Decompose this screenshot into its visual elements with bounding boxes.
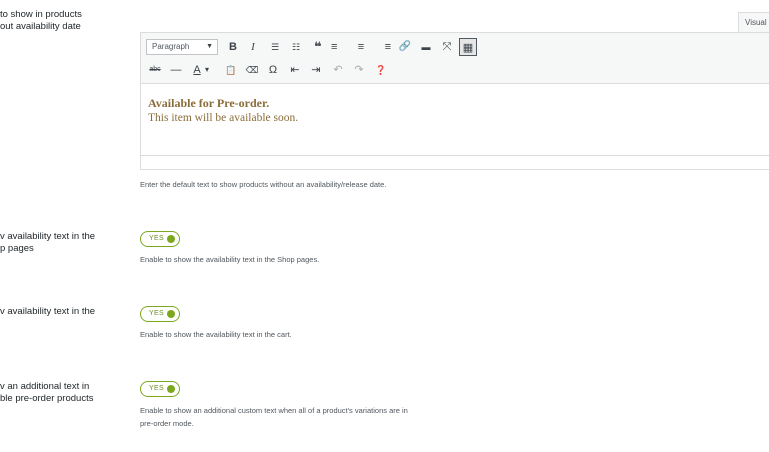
strikethrough-icon[interactable]: abc [146, 61, 164, 79]
bold-icon[interactable]: B [224, 38, 242, 56]
toggle-knob [167, 310, 175, 318]
blockquote-icon[interactable]: ❝ [309, 38, 327, 56]
bulleted-list-icon[interactable]: ☰ [266, 38, 284, 56]
cart-toggle-value: YES [149, 310, 164, 317]
shop-pages-toggle[interactable]: YES [140, 231, 180, 247]
toolbar-toggle-icon[interactable]: ▦ [459, 38, 477, 56]
editor-content-area[interactable]: Available for Pre-order. This item will … [141, 84, 769, 156]
editor-status-bar [141, 155, 769, 169]
tab-visual[interactable]: Visual [738, 12, 769, 32]
chevron-down-icon: ▼ [206, 43, 213, 50]
cart-description: Enable to show the availability text in … [140, 330, 292, 339]
rich-text-editor: Paragraph ▼ B I ☰ ☷ ❝ ≡ ≡ ≡ 🔗 ▬ ⤧ ▦ abc … [140, 32, 769, 170]
format-select[interactable]: Paragraph ▼ [146, 39, 218, 55]
redo-icon[interactable]: ↷ [350, 61, 368, 79]
align-left-icon[interactable]: ≡ [331, 38, 349, 56]
undo-icon[interactable]: ↶ [329, 61, 347, 79]
paste-as-text-icon[interactable]: 📋 [222, 61, 240, 79]
indent-icon[interactable]: ⇥ [307, 61, 325, 79]
horizontal-line-icon[interactable]: — [167, 61, 185, 79]
numbered-list-icon[interactable]: ☷ [287, 38, 305, 56]
shop-pages-label: v availability text in the p pages [0, 231, 96, 254]
shop-pages-description: Enable to show the availability text in … [140, 255, 320, 264]
cart-toggle[interactable]: YES [140, 306, 180, 322]
special-character-icon[interactable]: Ω [264, 61, 282, 79]
additional-text-toggle[interactable]: YES [140, 381, 180, 397]
additional-text-description: Enable to show an additional custom text… [140, 406, 408, 428]
align-right-icon[interactable]: ≡ [373, 38, 391, 56]
additional-text-toggle-value: YES [149, 385, 164, 392]
align-center-icon[interactable]: ≡ [352, 38, 370, 56]
cart-label: v availability text in the [0, 306, 96, 317]
clear-formatting-icon[interactable]: ⌫ [243, 61, 261, 79]
toggle-knob [167, 385, 175, 393]
editor-toolbar: Paragraph ▼ B I ☰ ☷ ❝ ≡ ≡ ≡ 🔗 ▬ ⤧ ▦ abc … [141, 33, 769, 84]
editor-content-title: Available for Pre-order. [148, 96, 270, 110]
read-more-icon[interactable]: ▬ [417, 38, 435, 56]
outdent-icon[interactable]: ⇤ [286, 61, 304, 79]
default-text-label: to show in products out availability dat… [0, 9, 82, 32]
link-icon[interactable]: 🔗 [396, 38, 414, 56]
help-icon[interactable]: ❓ [372, 61, 390, 79]
shop-pages-toggle-value: YES [149, 235, 164, 242]
format-select-value: Paragraph [152, 42, 190, 51]
default-text-description: Enter the default text to show products … [140, 180, 387, 189]
additional-text-label: v an additional text in ble pre-order pr… [0, 381, 94, 404]
text-color-dropdown-icon[interactable]: ▾ [202, 61, 212, 79]
toggle-knob [167, 235, 175, 243]
fullscreen-icon[interactable]: ⤧ [438, 38, 456, 56]
italic-icon[interactable]: I [244, 38, 262, 56]
editor-content-body: This item will be available soon. [148, 112, 299, 124]
